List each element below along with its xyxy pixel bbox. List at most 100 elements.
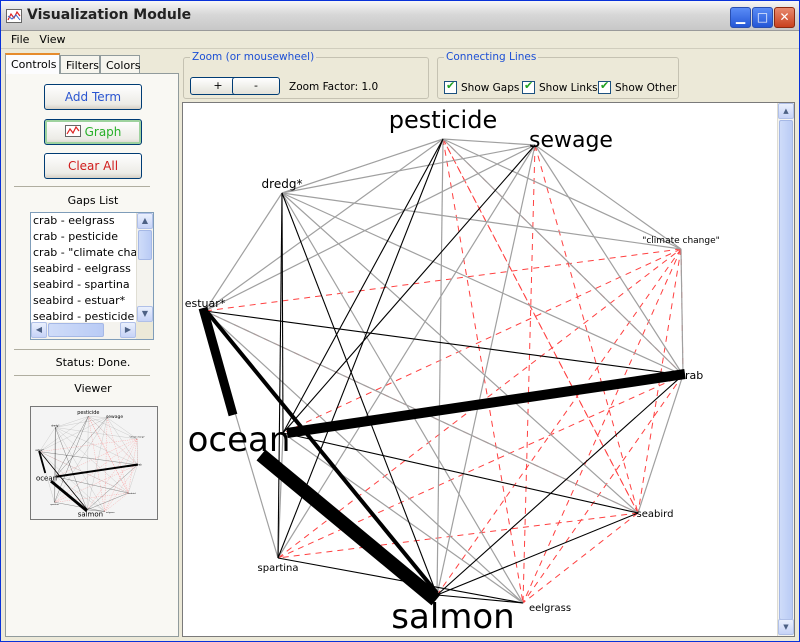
other-line (680, 248, 684, 376)
node-label-ocean[interactable]: ocean (36, 474, 57, 482)
node-label-seabird[interactable]: seabird (637, 509, 674, 520)
other-line (534, 144, 684, 376)
other-line (88, 416, 138, 465)
gaps-list-box: crab - eelgrass crab - pesticide crab - … (30, 212, 154, 340)
gap-line (442, 138, 524, 604)
minimize-button[interactable]: ▁ (730, 7, 751, 28)
node-label-eelgrass[interactable]: eelgrass (106, 511, 115, 514)
zoom-factor: Zoom Factor: 1.0 (289, 81, 379, 93)
menu-view[interactable]: View (35, 31, 71, 46)
scroll-up-icon[interactable]: ▲ (778, 103, 794, 119)
add-term-button[interactable]: Add Term (44, 84, 142, 110)
close-button[interactable]: ✕ (774, 7, 795, 28)
node-label-estuar[interactable]: estuar* (185, 297, 226, 310)
link-line (55, 416, 89, 477)
link-line (282, 432, 639, 514)
node-label-seabird[interactable]: seabird (128, 492, 136, 495)
menu-bar: File View (1, 31, 799, 49)
node-label-salmon[interactable]: salmon (78, 511, 103, 519)
zoom-legend: Zoom (or mousewheel) (190, 51, 317, 63)
graph-canvas[interactable]: pesticide sewage dredg* "climate change" est… (182, 102, 795, 637)
gap-line (522, 512, 639, 604)
strong-link-line (50, 480, 88, 512)
other-line (534, 144, 682, 250)
gaps-list[interactable]: crab - eelgrass crab - pesticide crab - … (31, 213, 137, 323)
show-gaps-checkbox[interactable] (444, 79, 457, 94)
show-other-label: Show Other (615, 82, 677, 94)
node-label-crab[interactable]: rab (685, 369, 703, 382)
node-label-ocean[interactable]: ocean (188, 420, 291, 460)
gap-item[interactable]: seabird - pesticide (31, 309, 137, 323)
strong-link-line (256, 449, 441, 606)
link-line (55, 476, 129, 494)
other-line (281, 138, 444, 194)
gap-line (104, 492, 129, 512)
scroll-corner (136, 322, 153, 339)
title-bar[interactable]: Visualization Module ▁ □ ✕ (1, 1, 799, 31)
graph-scroll-thumb[interactable] (779, 120, 793, 620)
gap-line (86, 438, 138, 510)
gap-item[interactable]: seabird - estuar* (31, 293, 137, 309)
node-label-spartina[interactable]: spartina (258, 563, 299, 574)
gaps-vertical-scrollbar[interactable]: ▲ ▼ (136, 213, 153, 323)
node-label-sewage[interactable]: sewage (529, 128, 613, 153)
term-network-graph[interactable]: pesticide sewage dredg* "climate change" est… (183, 103, 778, 636)
node-label-pesticide[interactable]: pesticide (77, 410, 99, 416)
tab-colors[interactable]: Colors (100, 55, 140, 74)
other-line (204, 144, 536, 312)
node-label-estuar[interactable]: estuar* (35, 449, 44, 452)
node-label-climate[interactable]: "climate change" (642, 236, 720, 246)
gap-line (436, 248, 682, 596)
scroll-right-icon[interactable]: ▶ (120, 322, 136, 338)
horizontal-scroll-thumb[interactable] (48, 323, 104, 337)
link-line (282, 138, 444, 434)
window-title: Visualization Module (27, 7, 192, 23)
node-label-spartina[interactable]: spartina (50, 503, 59, 506)
other-line (281, 192, 524, 604)
menu-file[interactable]: File (1, 31, 35, 46)
maximize-button[interactable]: □ (752, 7, 773, 28)
gap-line (104, 417, 108, 512)
node-label-sewage[interactable]: sewage (106, 415, 123, 420)
node-label-climate[interactable]: "climate change" (129, 436, 145, 439)
other-line (107, 417, 138, 465)
divider (14, 186, 150, 187)
viewer-title: Viewer (74, 382, 112, 395)
gaps-horizontal-scrollbar[interactable]: ◀ ▶ (31, 322, 137, 339)
other-line (55, 416, 89, 428)
show-links-checkbox[interactable] (522, 79, 535, 94)
gap-line (522, 374, 684, 604)
tab-controls[interactable]: Controls (5, 53, 60, 74)
gap-line (88, 416, 129, 494)
clear-all-button[interactable]: Clear All (44, 153, 142, 179)
other-line (204, 192, 283, 312)
other-line (204, 138, 444, 312)
scroll-left-icon[interactable]: ◀ (31, 322, 47, 338)
graph-button[interactable]: Graph (44, 119, 142, 145)
gap-item[interactable]: crab - pesticide (31, 229, 137, 245)
gap-item[interactable]: crab - "climate change" (31, 245, 137, 261)
node-label-dredg[interactable]: dredg* (262, 177, 303, 191)
other-line (55, 417, 108, 428)
show-other-checkbox[interactable] (598, 79, 611, 94)
viewer-thumbnail[interactable]: pesticide sewage dredg* "climate change" est… (30, 406, 158, 520)
graph-vertical-scrollbar[interactable]: ▲ ▼ (777, 103, 794, 636)
tab-filters[interactable]: Filters (60, 55, 100, 74)
node-label-salmon[interactable]: salmon (391, 597, 514, 636)
gap-item[interactable]: seabird - eelgrass (31, 261, 137, 277)
node-label-eelgrass[interactable]: eelgrass (529, 603, 571, 614)
gap-item[interactable]: seabird - spartina (31, 277, 137, 293)
vertical-scroll-thumb[interactable] (138, 230, 152, 260)
scroll-down-icon[interactable]: ▼ (137, 306, 153, 322)
node-label-dredg[interactable]: dredg* (51, 423, 60, 427)
scroll-up-icon[interactable]: ▲ (137, 213, 153, 229)
other-line (55, 427, 105, 512)
zoom-out-button[interactable]: - (232, 77, 280, 95)
minimize-icon: ▁ (735, 10, 746, 24)
divider (14, 349, 150, 350)
node-label-crab[interactable]: rab (138, 464, 142, 467)
scroll-down-icon[interactable]: ▼ (778, 619, 794, 635)
maximize-icon: □ (756, 10, 769, 24)
node-label-pesticide[interactable]: pesticide (389, 106, 497, 134)
gap-item[interactable]: crab - eelgrass (31, 213, 137, 229)
